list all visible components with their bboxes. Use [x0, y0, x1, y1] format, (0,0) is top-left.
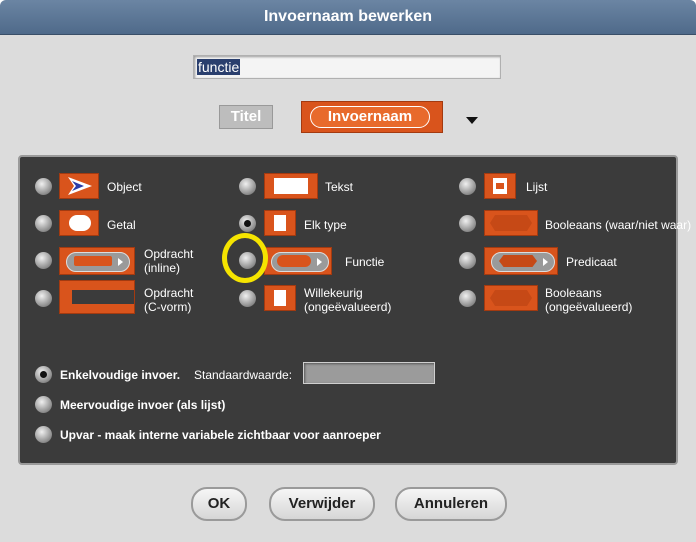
radio-booleaans-ongeevalueerd[interactable]: [459, 290, 476, 307]
invoernaam-label: Invoernaam: [310, 106, 430, 128]
radio-opdracht-c-vorm[interactable]: [35, 290, 52, 307]
type-booleaans-label: Booleaans (waar/niet waar): [545, 218, 692, 232]
edit-input-name-dialog: Invoernaam bewerken functie Titel Invoer…: [0, 0, 696, 542]
list-type-icon: [484, 173, 516, 199]
type-booleaans-u-line1: Booleaans: [545, 286, 602, 300]
type-opdracht-inline-line1: Opdracht: [144, 247, 194, 261]
radio-lijst[interactable]: [459, 178, 476, 195]
text-slot-icon: [274, 178, 308, 194]
radio-upvar[interactable]: [35, 426, 52, 443]
type-opdracht-c-line1: Opdracht: [144, 286, 194, 300]
radio-predicaat[interactable]: [459, 252, 476, 269]
type-booleaans-u-line2: (ongeëvalueerd): [545, 300, 633, 314]
input-name-field[interactable]: functie: [193, 55, 501, 79]
radio-single-input[interactable]: [35, 366, 52, 383]
type-predicaat-label: Predicaat: [566, 255, 617, 269]
highlight-circle: [222, 233, 268, 283]
input-name-text: functie: [197, 59, 241, 75]
default-value-label: Standaardwaarde:: [194, 368, 293, 382]
radio-object[interactable]: [35, 178, 52, 195]
number-type-icon: [59, 210, 99, 236]
type-willekeurig-line2: (ongeëvalueerd): [304, 300, 392, 314]
type-getal-label: Getal: [107, 218, 136, 232]
unevaluated-type-icon: [264, 285, 296, 311]
reporter-slot-icon: [277, 255, 311, 267]
ring-arrow-icon: [317, 258, 322, 266]
ok-button[interactable]: OK: [191, 487, 247, 521]
number-slot-icon: [69, 215, 91, 231]
boolean-unevaluated-type-icon: [484, 285, 538, 311]
radio-willekeurig[interactable]: [239, 290, 256, 307]
reporter-type-icon: [264, 247, 332, 275]
type-opdracht-c-line2: (C-vorm): [144, 300, 192, 314]
type-opdracht-inline-line2: (inline): [144, 261, 181, 275]
arrow-icon: [68, 177, 92, 195]
type-tekst-label: Tekst: [325, 180, 354, 194]
text-type-icon: [264, 173, 318, 199]
unevaluated-slot-icon: [274, 290, 286, 306]
any-slot-icon: [274, 215, 286, 231]
boolean-type-icon: [484, 210, 538, 236]
command-slot-icon: [74, 256, 112, 266]
type-lijst-label: Lijst: [526, 180, 548, 194]
radio-tekst[interactable]: [239, 178, 256, 195]
titel-toggle-block[interactable]: Titel: [219, 105, 273, 129]
radio-opdracht-inline[interactable]: [35, 252, 52, 269]
ring-arrow-icon: [543, 258, 548, 266]
radio-elk-type[interactable]: [239, 215, 256, 232]
any-type-icon: [264, 210, 296, 236]
invoernaam-toggle-block[interactable]: Invoernaam: [301, 101, 443, 133]
type-functie-label: Functie: [345, 255, 385, 269]
delete-button[interactable]: Verwijder: [269, 487, 375, 521]
cancel-button[interactable]: Annuleren: [395, 487, 507, 521]
type-object-label: Object: [107, 180, 142, 194]
predicate-type-icon: [484, 247, 558, 275]
c-shape-mouth: [72, 290, 134, 304]
type-opdracht-c-label: Opdracht (C-vorm): [144, 286, 193, 314]
boolean-slot-icon: [490, 215, 532, 231]
list-item-mark: [496, 183, 504, 189]
radio-getal[interactable]: [35, 215, 52, 232]
dialog-title: Invoernaam bewerken: [263, 8, 433, 25]
object-type-icon: [59, 173, 99, 199]
radio-multiple-input[interactable]: [35, 396, 52, 413]
predicate-slot-icon: [499, 255, 537, 267]
boolean-unevaluated-slot-icon: [490, 290, 532, 306]
single-input-label: Enkelvoudige invoer.: [60, 368, 181, 382]
dialog-titlebar[interactable]: Invoernaam bewerken: [0, 0, 696, 35]
chevron-down-icon[interactable]: [466, 117, 478, 124]
ring-arrow-icon: [118, 258, 123, 266]
type-opdracht-inline-label: Opdracht (inline): [144, 247, 193, 275]
radio-booleaans[interactable]: [459, 215, 476, 232]
type-willekeurig-line1: Willekeurig: [304, 286, 363, 300]
multiple-input-label: Meervoudige invoer (als lijst): [60, 398, 226, 412]
upvar-label: Upvar - maak interne variabele zichtbaar…: [60, 428, 381, 442]
type-booleaans-u-label: Booleaans (ongeëvalueerd): [545, 286, 632, 314]
type-willekeurig-label: Willekeurig (ongeëvalueerd): [304, 286, 391, 314]
type-elk-type-label: Elk type: [304, 218, 347, 232]
command-inline-type-icon: [59, 247, 135, 275]
default-value-input[interactable]: [303, 362, 435, 384]
command-c-shape-type-icon: [59, 280, 135, 314]
